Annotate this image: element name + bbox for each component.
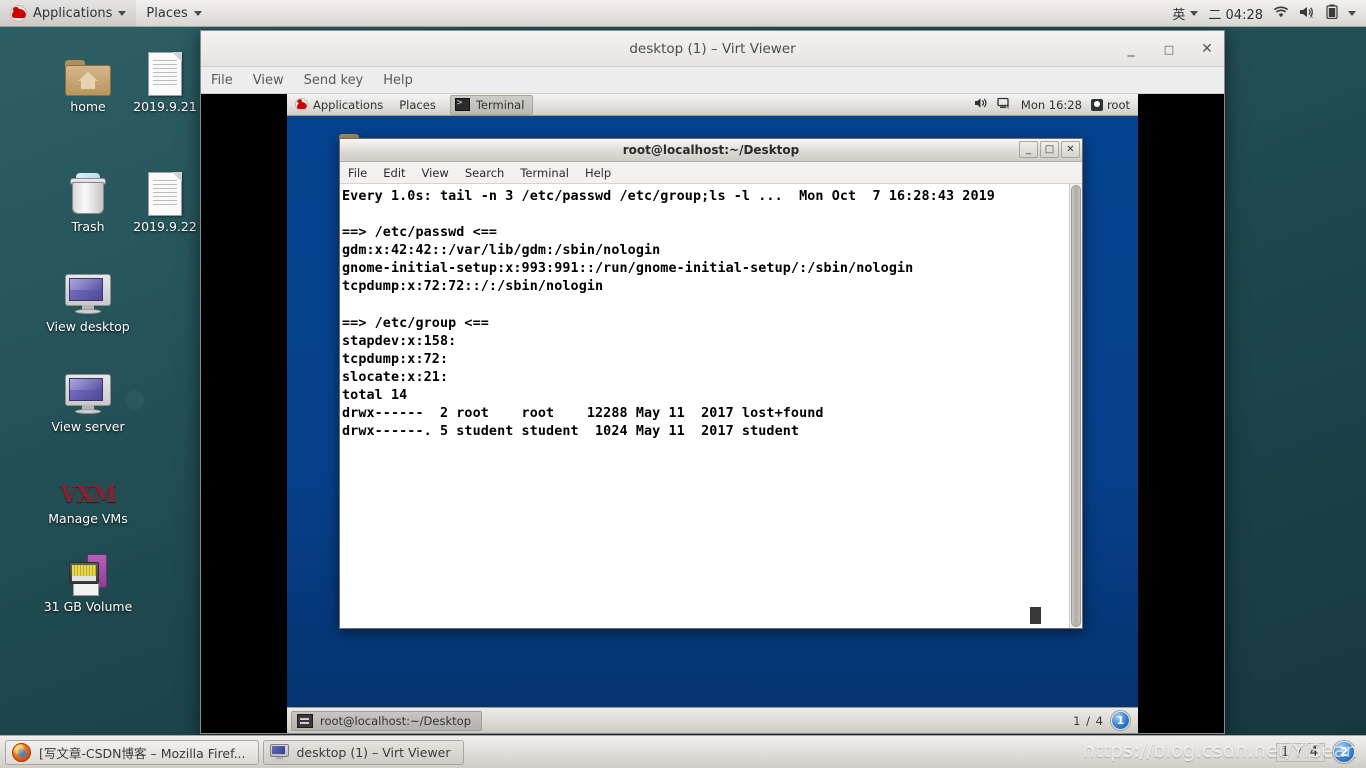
terminal-body[interactable]: Every 1.0s: tail -n 3 /etc/passwd /etc/g… bbox=[340, 184, 1082, 628]
taskbar-button-label: [写文章-CSDN博客 – Mozilla Firef... bbox=[39, 745, 246, 761]
guest-bottom-panel: root@localhost:~/Desktop 1 / 4 1 bbox=[287, 707, 1138, 733]
guest-window-task-terminal[interactable]: Terminal bbox=[449, 94, 534, 115]
host-workspace-count: 1 / 4 bbox=[1275, 742, 1325, 762]
host-panel-tray: 英 二 04:28 x bbox=[1172, 4, 1366, 23]
menu-file[interactable]: File bbox=[201, 69, 243, 92]
vmm-logo-icon: VXM bbox=[60, 482, 117, 508]
wifi-icon[interactable] bbox=[1273, 5, 1289, 22]
terminal-scrollbar-thumb[interactable] bbox=[1071, 185, 1081, 627]
guest-places-menu[interactable]: Places bbox=[391, 94, 444, 116]
volume-icon[interactable] bbox=[974, 97, 988, 112]
terminal-cursor bbox=[1030, 607, 1041, 624]
terminal-scrollbar[interactable] bbox=[1069, 184, 1082, 628]
guest-taskbar-button-terminal[interactable]: root@localhost:~/Desktop bbox=[291, 710, 482, 731]
redhat-logo-icon bbox=[295, 98, 308, 111]
terminal-menu-terminal[interactable]: Terminal bbox=[512, 163, 577, 183]
chevron-down-icon bbox=[1190, 10, 1199, 16]
host-bottom-panel: [写文章-CSDN博客 – Mozilla Firef... desktop (… bbox=[0, 735, 1366, 768]
virt-viewer-icon bbox=[269, 743, 289, 761]
volume-muted-icon[interactable]: x bbox=[1299, 5, 1316, 22]
guest-screen[interactable]: root@localhost:~/Desktop _ □ ✕ File Edit… bbox=[287, 94, 1138, 733]
svg-text:x: x bbox=[1310, 13, 1314, 19]
terminal-icon bbox=[454, 98, 470, 111]
user-avatar-icon bbox=[1090, 98, 1103, 111]
desktop-icon-label: View desktop bbox=[46, 319, 130, 334]
clock[interactable]: 二 04:28 bbox=[1208, 4, 1263, 23]
terminal-titlebar[interactable]: root@localhost:~/Desktop _ □ ✕ bbox=[340, 139, 1082, 162]
desktop-icon-31gb-volume[interactable]: 31 GB Volume bbox=[36, 546, 140, 614]
taskbar-button-virt-viewer[interactable]: desktop (1) – Virt Viewer bbox=[262, 739, 464, 765]
guest-top-panel: Applications Places Terminal bbox=[287, 94, 1138, 116]
terminal-menu-view[interactable]: View bbox=[414, 163, 457, 183]
guest-workspace-count: 1 / 4 bbox=[1073, 713, 1104, 728]
minimize-button[interactable]: _ bbox=[1120, 38, 1142, 60]
guest-applications-menu[interactable]: Applications bbox=[287, 94, 391, 116]
guest-task-terminal-label: Terminal bbox=[475, 97, 525, 112]
terminal-icon bbox=[297, 713, 313, 728]
guest-workspace-current-badge: 1 bbox=[1111, 711, 1130, 730]
input-method-indicator[interactable]: 英 bbox=[1172, 4, 1199, 23]
desktop-icon-manage-vms[interactable]: VXM Manage VMs bbox=[36, 458, 140, 526]
virt-viewer-titlebar[interactable]: desktop (1) – Virt Viewer _ □ ✕ bbox=[201, 31, 1224, 67]
places-menu[interactable]: Places bbox=[136, 0, 211, 27]
terminal-close-button[interactable]: ✕ bbox=[1061, 141, 1080, 158]
guest-clock[interactable]: Mon 16:28 bbox=[1021, 98, 1082, 112]
terminal-window-controls: _ □ ✕ bbox=[1019, 141, 1080, 158]
terminal-title: root@localhost:~/Desktop bbox=[622, 143, 800, 157]
terminal-menubar: File Edit View Search Terminal Help bbox=[340, 162, 1082, 184]
drive-volume-icon bbox=[36, 546, 140, 596]
virt-viewer-guest-canvas[interactable]: root@localhost:~/Desktop _ □ ✕ File Edit… bbox=[201, 94, 1224, 733]
host-workspace-current-badge: 2 bbox=[1333, 741, 1355, 763]
firefox-icon bbox=[12, 742, 31, 762]
maximize-button[interactable]: □ bbox=[1158, 38, 1180, 60]
redhat-logo-icon bbox=[10, 4, 27, 22]
guest-applications-label: Applications bbox=[313, 97, 384, 112]
battery-icon[interactable] bbox=[1326, 4, 1338, 22]
virt-viewer-window-controls: _ □ ✕ bbox=[1120, 31, 1218, 67]
desktop-icon-label: 31 GB Volume bbox=[43, 599, 133, 614]
terminal-menu-edit[interactable]: Edit bbox=[375, 163, 413, 183]
terminal-menu-search[interactable]: Search bbox=[457, 163, 513, 183]
menu-send-key[interactable]: Send key bbox=[294, 69, 374, 92]
guest-taskbar-button-label: root@localhost:~/Desktop bbox=[320, 713, 471, 728]
menu-help[interactable]: Help bbox=[373, 69, 423, 92]
monitor-icon bbox=[36, 366, 140, 416]
places-menu-label: Places bbox=[146, 5, 188, 21]
guest-desktop-background[interactable]: root@localhost:~/Desktop _ □ ✕ File Edit… bbox=[287, 116, 1138, 707]
input-method-label: 英 bbox=[1172, 7, 1186, 23]
taskbar-button-firefox[interactable]: [写文章-CSDN博客 – Mozilla Firef... bbox=[5, 739, 259, 765]
chevron-down-icon bbox=[118, 10, 127, 16]
host-workspace-switcher[interactable]: 1 / 4 2 bbox=[1275, 741, 1361, 763]
desktop-icon-view-server[interactable]: View server bbox=[36, 366, 140, 434]
terminal-menu-help[interactable]: Help bbox=[577, 163, 619, 183]
network-disconnected-icon[interactable]: x bbox=[997, 97, 1012, 112]
host-top-panel: Applications Places 英 二 04:28 x bbox=[0, 0, 1366, 27]
menu-view[interactable]: View bbox=[243, 69, 294, 92]
guest-workspace-switcher[interactable]: 1 / 4 1 bbox=[1073, 711, 1134, 730]
terminal-maximize-button[interactable]: □ bbox=[1040, 141, 1059, 158]
applications-menu-label: Applications bbox=[33, 5, 113, 21]
clock-label: 二 04:28 bbox=[1208, 7, 1263, 23]
virt-viewer-title: desktop (1) – Virt Viewer bbox=[629, 40, 796, 57]
desktop-icon-view-desktop[interactable]: View desktop bbox=[36, 266, 140, 334]
monitor-icon bbox=[36, 266, 140, 316]
svg-text:x: x bbox=[1006, 104, 1010, 110]
terminal-minimize-button[interactable]: _ bbox=[1019, 141, 1038, 158]
close-button[interactable]: ✕ bbox=[1196, 38, 1218, 60]
terminal-output: Every 1.0s: tail -n 3 /etc/passwd /etc/g… bbox=[342, 189, 995, 440]
desktop-icon-label: Manage VMs bbox=[48, 511, 128, 526]
virt-viewer-window[interactable]: desktop (1) – Virt Viewer _ □ ✕ File Vie… bbox=[200, 30, 1225, 734]
guest-panel-tray: x Mon 16:28 root bbox=[974, 97, 1138, 112]
desktop-icon-label: View server bbox=[51, 419, 125, 434]
chevron-down-icon bbox=[193, 10, 202, 16]
guest-user-menu[interactable]: root bbox=[1090, 97, 1130, 112]
taskbar-button-label: desktop (1) – Virt Viewer bbox=[296, 744, 451, 760]
guest-places-label: Places bbox=[399, 97, 436, 112]
guest-user-label: root bbox=[1106, 97, 1130, 112]
chevron-down-icon[interactable] bbox=[1348, 10, 1356, 16]
applications-menu[interactable]: Applications bbox=[0, 0, 137, 27]
terminal-window[interactable]: root@localhost:~/Desktop _ □ ✕ File Edit… bbox=[339, 138, 1083, 629]
terminal-menu-file[interactable]: File bbox=[340, 163, 375, 183]
virt-viewer-menubar: File View Send key Help bbox=[201, 67, 1224, 94]
